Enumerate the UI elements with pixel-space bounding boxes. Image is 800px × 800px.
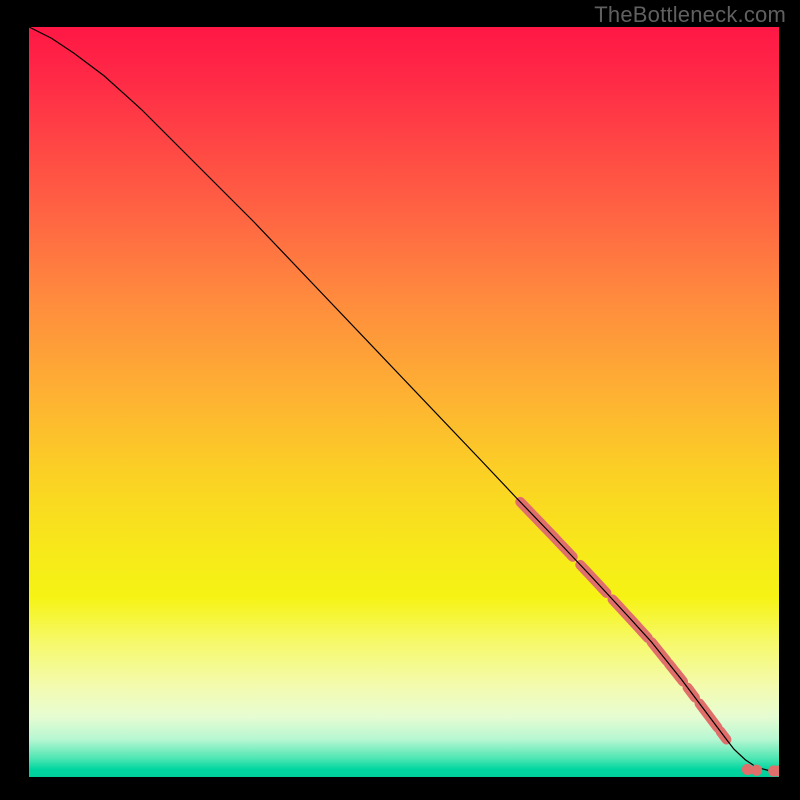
highlight-dot — [751, 765, 762, 776]
chart-stage: TheBottleneck.com — [0, 0, 800, 800]
watermark-text: TheBottleneck.com — [594, 2, 786, 28]
plot-area — [29, 27, 779, 777]
flat-dots-layer — [742, 764, 779, 777]
highlight-layer — [520, 502, 726, 740]
chart-overlay-svg — [29, 27, 779, 777]
